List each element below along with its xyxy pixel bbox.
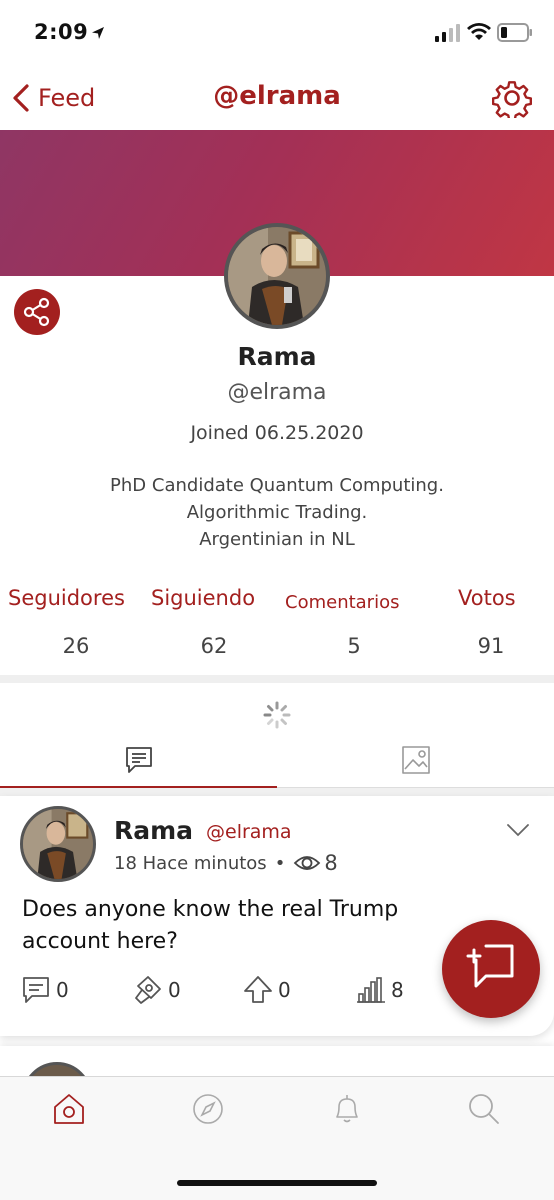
compose-icon bbox=[466, 944, 514, 988]
comment-icon bbox=[23, 977, 49, 1003]
stat-followers-label[interactable]: Seguidores bbox=[8, 586, 125, 610]
upvote-arrow-icon bbox=[244, 976, 272, 1003]
tip-button[interactable]: 0 bbox=[132, 972, 181, 1008]
navigation-bar: Feed @elrama bbox=[0, 66, 554, 130]
gear-icon[interactable] bbox=[492, 78, 532, 118]
tab-posts[interactable] bbox=[0, 736, 277, 788]
bar-chart-icon bbox=[357, 977, 385, 1003]
chevron-down-icon[interactable] bbox=[506, 822, 530, 838]
post-views: 8 bbox=[293, 851, 338, 875]
cellular-signal-icon bbox=[435, 24, 460, 42]
post-author-name[interactable]: Rama bbox=[114, 816, 193, 845]
tip-count: 0 bbox=[168, 978, 181, 1002]
post-views-count: 8 bbox=[324, 851, 338, 875]
post-meta: 18 Hace minutos • 8 bbox=[114, 851, 338, 875]
stat-comments-label[interactable]: Comentarios bbox=[285, 592, 399, 613]
image-icon bbox=[401, 746, 430, 774]
loading-spinner-icon bbox=[263, 701, 291, 729]
comment-button[interactable]: 0 bbox=[20, 972, 69, 1008]
page-title: @elrama bbox=[213, 81, 341, 111]
bio-line: Algorithmic Trading. bbox=[186, 502, 368, 523]
compose-post-button[interactable] bbox=[442, 920, 540, 1018]
stat-following-value: 62 bbox=[200, 634, 228, 658]
posts-icon bbox=[125, 747, 152, 773]
upvote-button[interactable]: 0 bbox=[242, 972, 291, 1008]
status-bar: 2:09 bbox=[0, 0, 554, 66]
stats-count: 8 bbox=[391, 978, 404, 1002]
profile-stats: Seguidores Siguiendo Comentarios Votos 2… bbox=[0, 586, 554, 676]
stat-followers-value: 26 bbox=[62, 634, 90, 658]
meta-separator: • bbox=[274, 852, 286, 874]
comment-count: 0 bbox=[56, 978, 69, 1002]
eye-icon bbox=[294, 856, 321, 870]
stat-votes-value: 91 bbox=[477, 634, 505, 658]
stat-comments-value: 5 bbox=[347, 634, 361, 658]
bio-line: PhD Candidate Quantum Computing. bbox=[110, 475, 444, 496]
tip-icon bbox=[135, 976, 161, 1004]
profile-bio: PhD Candidate Quantum Computing. Algorit… bbox=[0, 472, 554, 553]
post-time: 18 Hace minutos bbox=[114, 852, 267, 874]
profile-joined-date: Joined 06.25.2020 bbox=[190, 422, 364, 444]
tab-media[interactable] bbox=[277, 736, 554, 788]
post-avatar[interactable] bbox=[20, 806, 96, 882]
avatar-photo bbox=[23, 809, 93, 879]
stat-votes-label[interactable]: Votos bbox=[458, 586, 516, 610]
avatar-photo bbox=[228, 227, 326, 325]
upvote-count: 0 bbox=[278, 978, 291, 1002]
profile-handle: @elrama bbox=[227, 380, 327, 405]
profile-name: Rama bbox=[237, 342, 317, 371]
stat-following-label[interactable]: Siguiendo bbox=[151, 586, 255, 610]
post-text: Does anyone know the real Trump account … bbox=[22, 897, 399, 954]
home-icon[interactable] bbox=[51, 1091, 87, 1127]
avatar[interactable] bbox=[224, 223, 330, 329]
bell-icon[interactable] bbox=[329, 1091, 365, 1127]
compass-icon[interactable] bbox=[190, 1091, 226, 1127]
bio-line: Argentinian in NL bbox=[199, 529, 355, 550]
share-button[interactable] bbox=[14, 289, 60, 335]
location-arrow-icon bbox=[92, 27, 104, 39]
section-divider bbox=[0, 675, 554, 683]
share-icon bbox=[23, 297, 50, 327]
post-author-handle[interactable]: @elrama bbox=[206, 821, 292, 843]
wifi-icon bbox=[467, 23, 491, 40]
search-icon[interactable] bbox=[466, 1091, 502, 1127]
home-indicator[interactable] bbox=[177, 1180, 377, 1186]
profile-tabs bbox=[0, 736, 554, 788]
stats-button[interactable]: 8 bbox=[355, 972, 404, 1008]
status-time: 2:09 bbox=[34, 20, 89, 44]
battery-icon bbox=[497, 23, 532, 42]
